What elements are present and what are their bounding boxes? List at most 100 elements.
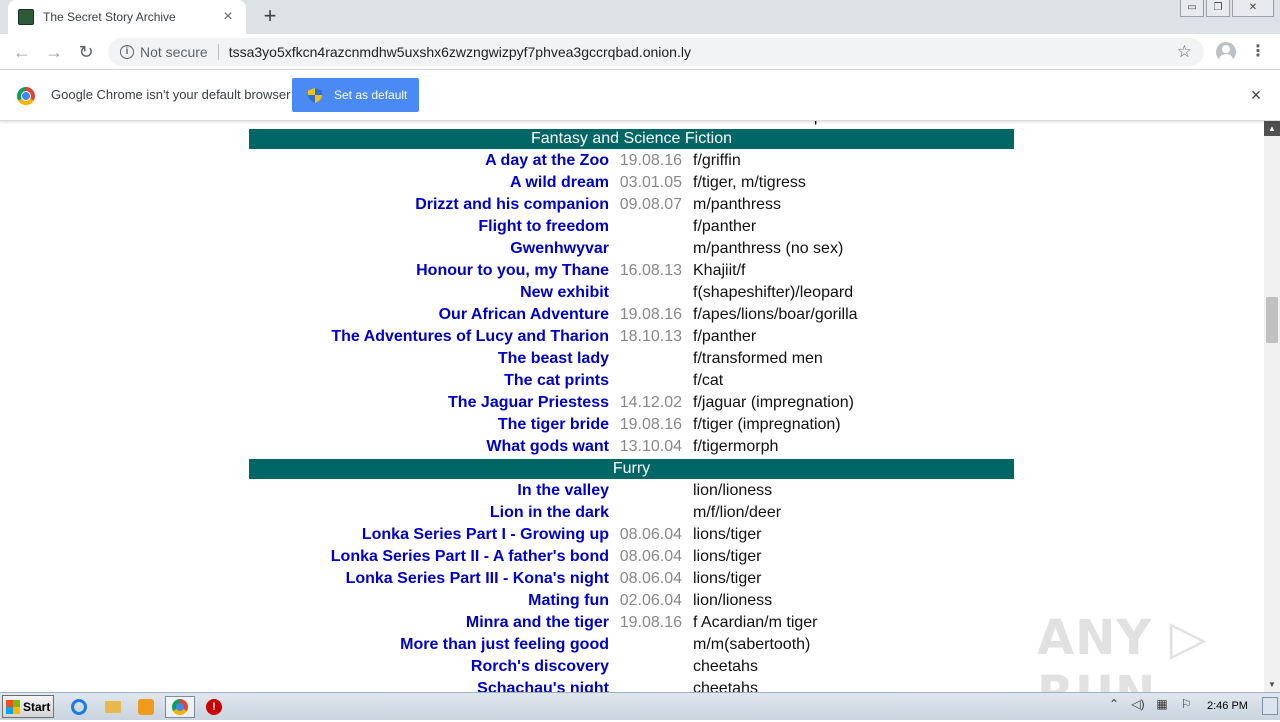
address-divider xyxy=(217,44,219,60)
story-description: cheetahs xyxy=(693,658,758,675)
story-description: f/cat xyxy=(693,372,724,389)
media-player-icon[interactable] xyxy=(135,697,157,717)
story-date: 08.06.04 xyxy=(619,570,682,587)
chrome-taskbar-icon[interactable] xyxy=(165,696,195,718)
story-link[interactable]: Lonka Series Part I - Growing up xyxy=(249,526,609,544)
story-description: f/tiger, m/tigress xyxy=(693,174,806,191)
story-date: 19.08.16 xyxy=(619,416,682,433)
story-link[interactable]: The Jaguar Priestess xyxy=(249,394,609,412)
volume-icon[interactable]: ◁) xyxy=(1130,697,1146,711)
story-date: 19.08.16 xyxy=(619,306,682,323)
restore-icon[interactable]: ❐ xyxy=(1206,0,1230,17)
table-row: What gods want 13.10.04 f/tigermorph xyxy=(249,436,1014,458)
story-link[interactable]: New exhibit xyxy=(249,284,609,302)
story-link[interactable]: A day at the Zoo xyxy=(249,152,609,170)
table-row: Our African Adventure 19.08.16 f/apes/lion… xyxy=(249,304,1014,326)
story-date: 08.06.04 xyxy=(619,526,682,543)
story-date: 09.08.07 xyxy=(619,196,682,213)
story-link[interactable]: In the valley xyxy=(249,482,609,500)
story-link[interactable]: Honour to you, my Thane xyxy=(249,262,609,280)
tab-close-icon[interactable]: × xyxy=(220,9,236,25)
table-row: Lonka Series Part II - A father's bond 08… xyxy=(249,546,1014,568)
reload-icon[interactable]: ↻ xyxy=(75,41,97,63)
security-label[interactable]: Not secure xyxy=(140,44,208,60)
table-row: Gwenhwyvar m/panthress (no sex) xyxy=(249,238,1014,260)
start-button[interactable]: Start xyxy=(2,695,54,718)
story-link[interactable]: Rorch's discovery xyxy=(249,658,609,676)
table-row: Honour to you, my Thane 16.08.13 Khajiit/f xyxy=(249,260,1014,282)
section-header: Fantasy and Science Fiction xyxy=(249,129,1014,149)
start-label: Start xyxy=(23,699,51,714)
table-row: The Adventures of Lucy and Tharion 18.10.… xyxy=(249,326,1014,348)
show-desktop-button[interactable] xyxy=(1262,697,1278,715)
internet-explorer-icon[interactable] xyxy=(68,697,90,717)
back-arrow-icon[interactable]: ← xyxy=(11,41,33,63)
story-date: 16.08.13 xyxy=(619,262,682,279)
file-explorer-icon[interactable] xyxy=(102,697,124,717)
window-close-icon[interactable]: ✕ xyxy=(1232,0,1274,17)
chrome-logo-icon xyxy=(17,87,35,105)
star-icon[interactable]: ☆ xyxy=(1177,42,1192,62)
story-link[interactable]: The cat prints xyxy=(249,372,609,390)
story-description: lions/tiger xyxy=(693,570,762,587)
table-row: The beast lady f/transformed men xyxy=(249,348,1014,370)
story-link[interactable]: More than just feeling good xyxy=(249,636,609,654)
story-link[interactable]: Lonka Series Part III - Kona's night xyxy=(249,570,609,588)
story-description: f/panther xyxy=(693,328,757,345)
story-description: f/griffin xyxy=(693,152,741,169)
scroll-down-arrow-icon[interactable]: ▼ xyxy=(1264,678,1280,692)
system-tray: ⌃ ◁) ▦ ⚐ xyxy=(1106,697,1194,711)
table-row: The tiger bride 19.08.16 f/tiger (impregna… xyxy=(249,414,1014,436)
url-text[interactable]: tssa3yo5xfkcn4razcnmdhw5uxshx6zwzngwizpy… xyxy=(229,44,1177,60)
story-link[interactable]: What gods want xyxy=(249,438,609,456)
set-as-default-button[interactable]: Set as default xyxy=(292,78,419,112)
scroll-up-arrow-icon[interactable]: ▲ xyxy=(1264,121,1280,136)
story-description: lions/tiger xyxy=(693,526,762,543)
address-bar[interactable]: i Not secure tssa3yo5xfkcn4razcnmdhw5uxs… xyxy=(108,38,1204,66)
story-link[interactable]: Minra and the tiger xyxy=(249,614,609,632)
story-link[interactable]: Our African Adventure xyxy=(249,306,609,324)
story-description: f Acardian/m tiger xyxy=(693,614,818,631)
story-description: f(shapeshifter)/leopard xyxy=(693,284,854,301)
minimize-icon[interactable]: ▭ xyxy=(1180,0,1204,17)
story-description: f/transformed men xyxy=(693,350,823,367)
story-description: f/jaguar (impregnation) xyxy=(693,394,854,411)
table-row: The cat prints f/cat xyxy=(249,370,1014,392)
table-row: Schachau's night cheetahs xyxy=(249,678,1014,692)
story-link[interactable]: A wild dream xyxy=(249,174,609,192)
tab-title: The Secret Story Archive xyxy=(43,10,176,24)
menu-icon[interactable]: ⋮ xyxy=(1250,41,1266,63)
tray-expand-icon[interactable]: ⌃ xyxy=(1106,697,1122,711)
new-tab-button[interactable]: + xyxy=(259,5,281,27)
table-row: More than just feeling good m/m(sabertoot… xyxy=(249,634,1014,656)
story-link[interactable]: The Adventures of Lucy and Tharion xyxy=(249,328,609,346)
story-link[interactable]: The beast lady xyxy=(249,350,609,368)
story-link[interactable]: Gwenhwyvar xyxy=(249,240,609,258)
story-link[interactable]: Flight to freedom xyxy=(249,218,609,236)
info-icon[interactable]: i xyxy=(120,45,134,59)
story-link[interactable]: Schachau's night xyxy=(249,680,609,692)
network-icon[interactable]: ▦ xyxy=(1154,697,1170,711)
table-row: Mating fun 02.06.04 lion/lioness xyxy=(249,590,1014,612)
story-link[interactable]: Lion in the dark xyxy=(249,504,609,522)
story-description: m/panthress xyxy=(693,196,782,213)
stop-sign-icon[interactable]: ! xyxy=(203,697,225,717)
taskbar-clock[interactable]: 2:46 PM xyxy=(1207,700,1248,712)
table-row: Minra and the tiger 19.08.16 f Acardian/m … xyxy=(249,612,1014,634)
infobar-close-icon[interactable]: × xyxy=(1247,86,1265,104)
story-link[interactable]: Lonka Series Part II - A father's bond xyxy=(249,548,609,566)
story-link[interactable]: Mating fun xyxy=(249,592,609,610)
vertical-scrollbar[interactable]: ▲ ▼ xyxy=(1264,121,1280,692)
scroll-thumb[interactable] xyxy=(1266,297,1278,343)
windows-logo-icon xyxy=(6,699,20,714)
profile-icon[interactable] xyxy=(1216,42,1236,62)
story-description: m/f/lion/deer xyxy=(693,504,782,521)
story-link[interactable]: The tiger bride xyxy=(249,416,609,434)
section-header: Furry xyxy=(249,459,1014,479)
flag-icon[interactable]: ⚐ xyxy=(1178,697,1194,711)
story-table: Marble Stark f / famous circus performer… xyxy=(249,106,1014,692)
forward-arrow-icon[interactable]: → xyxy=(43,41,65,63)
story-link[interactable]: Drizzt and his companion xyxy=(249,196,609,214)
story-date: 02.06.04 xyxy=(619,592,682,609)
browser-tab[interactable]: TSSA The Secret Story Archive × xyxy=(8,0,246,34)
